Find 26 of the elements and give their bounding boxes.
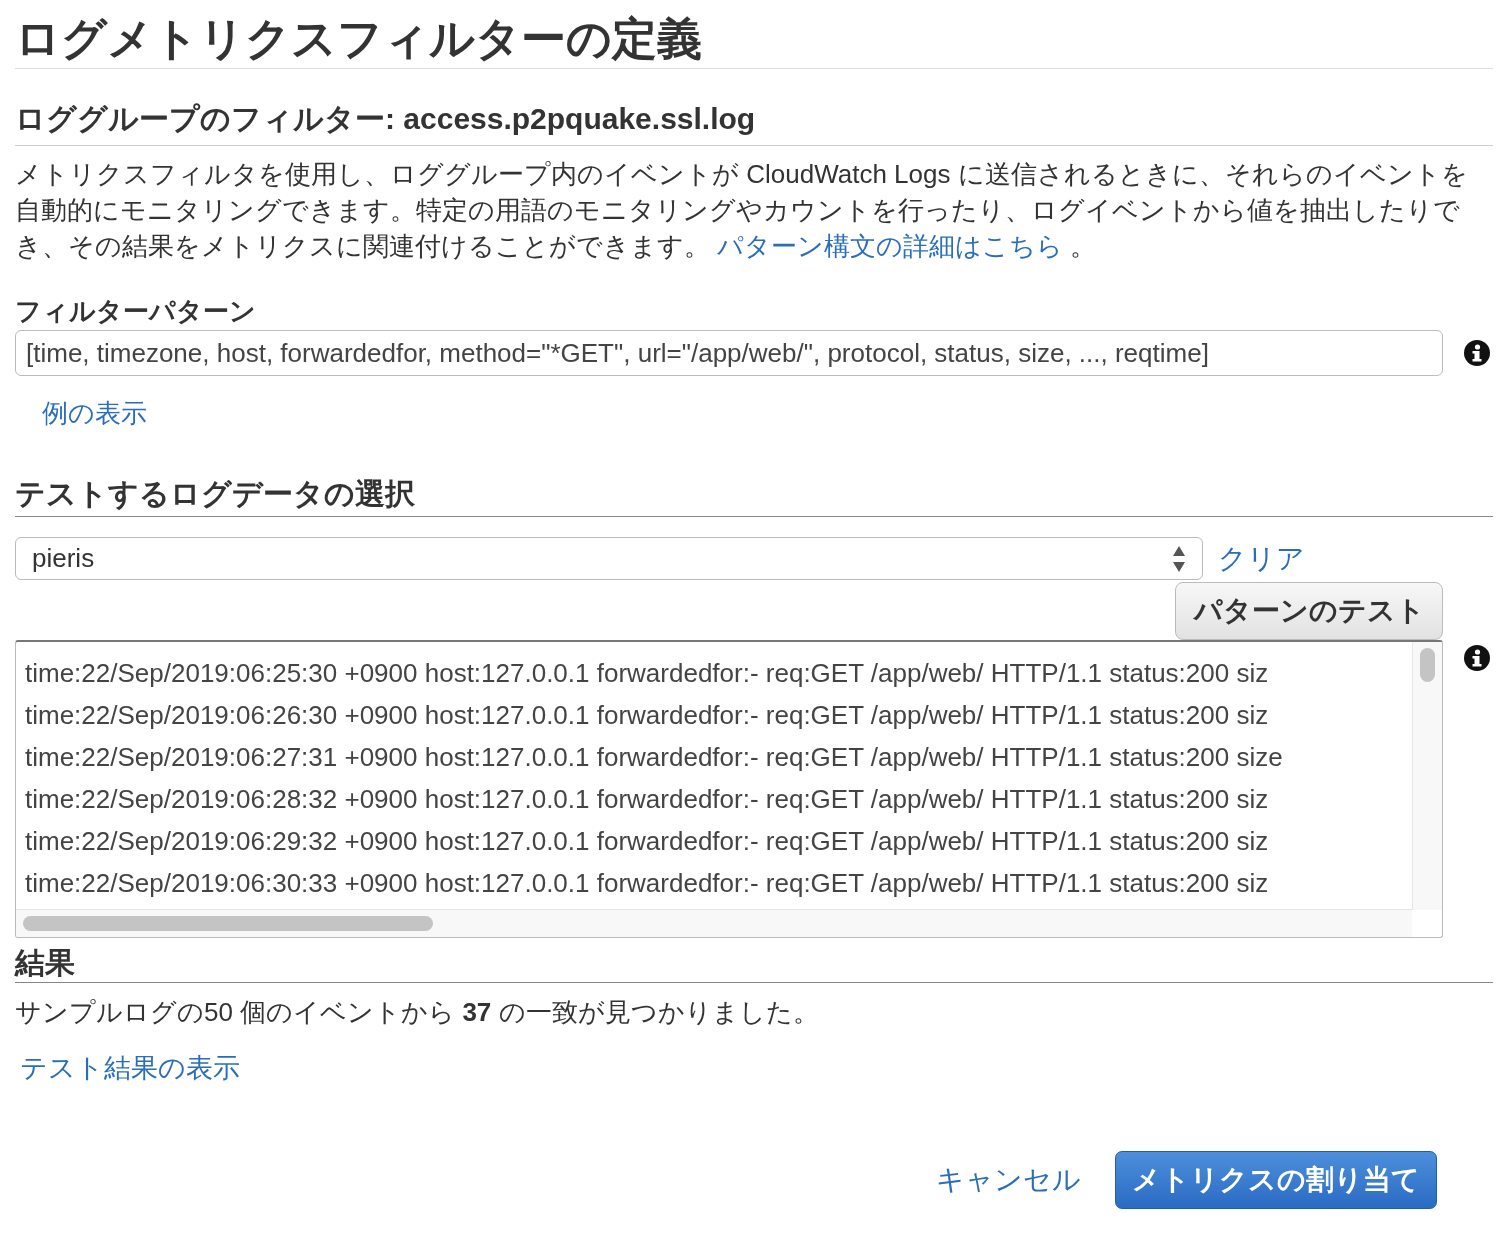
horizontal-scrollbar[interactable] [16, 909, 1412, 937]
show-test-results-link[interactable]: テスト結果の表示 [20, 1051, 240, 1085]
info-icon [1463, 644, 1491, 672]
test-pattern-button[interactable]: パターンのテスト [1175, 582, 1443, 640]
log-line: time:22/Sep/2019:06:29:32 +0900 host:127.0.0.1 forwardedfor:- req:GET /app/web/ HTTP/1.1 status:200 siz [25, 825, 1269, 858]
filter-pattern-field[interactable]: [time, timezone, host, forwardedfor, method="*GET", url="/app/web/", protocol, status, size, ..., reqtime] [15, 330, 1443, 376]
log-line: time:22/Sep/2019:06:27:31 +0900 host:127.0.0.1 forwardedfor:- req:GET /app/web/ HTTP/1.1 status:200 size [25, 741, 1283, 774]
log-line: time:22/Sep/2019:06:30:33 +0900 host:127.0.0.1 forwardedfor:- req:GET /app/web/ HTTP/1.1 status:200 siz [25, 867, 1269, 900]
section-heading: ロググループのフィルター: access.p2pquake.ssl.log [15, 101, 756, 137]
log-line: time:22/Sep/2019:06:25:30 +0900 host:127.0.0.1 forwardedfor:- req:GET /app/web/ HTTP/1.1 status:200 siz [25, 657, 1269, 690]
section-heading: 結果 [15, 945, 76, 981]
syntax-details-link[interactable]: パターン構文の詳細はこちら [717, 231, 1064, 261]
assign-metric-button[interactable]: メトリクスの割り当て [1115, 1151, 1437, 1209]
show-examples-link[interactable]: 例の表示 [42, 396, 147, 430]
vertical-scrollbar[interactable] [1412, 642, 1442, 910]
clear-link[interactable]: クリア [1218, 537, 1305, 580]
field-label: フィルターパターン [15, 295, 256, 328]
log-line: time:22/Sep/2019:06:26:30 +0900 host:127.0.0.1 forwardedfor:- req:GET /app/web/ HTTP/1.1 status:200 siz [25, 699, 1269, 732]
page-title: ログメトリクスフィルターの定義 [15, 12, 702, 66]
log-stream-select[interactable]: pieris [15, 537, 1203, 580]
results-summary-text: サンプルログの50 個のイベントから 37 の一致が見つかりました。 [15, 996, 819, 1029]
description-text: メトリクスフィルタを使用し、ロググループ内のイベントが CloudWatch Logs に送信されるときに、それらのイベントを自動的にモニタリングできます。特定の用語のモニタリングやカウントを行ったり、ログイベントから値を抽出したりでき、その結果をメトリクスに関連付けることができます。 パターン構文の詳細はこちら 。 [15, 158, 1469, 263]
section-heading: テストするログデータの選択 [15, 476, 416, 512]
log-line: time:22/Sep/2019:06:28:32 +0900 host:127.0.0.1 forwardedfor:- req:GET /app/web/ HTTP/1.1 status:200 siz [25, 783, 1269, 816]
info-icon [1463, 339, 1491, 367]
cancel-link[interactable]: キャンセル [936, 1159, 1081, 1201]
